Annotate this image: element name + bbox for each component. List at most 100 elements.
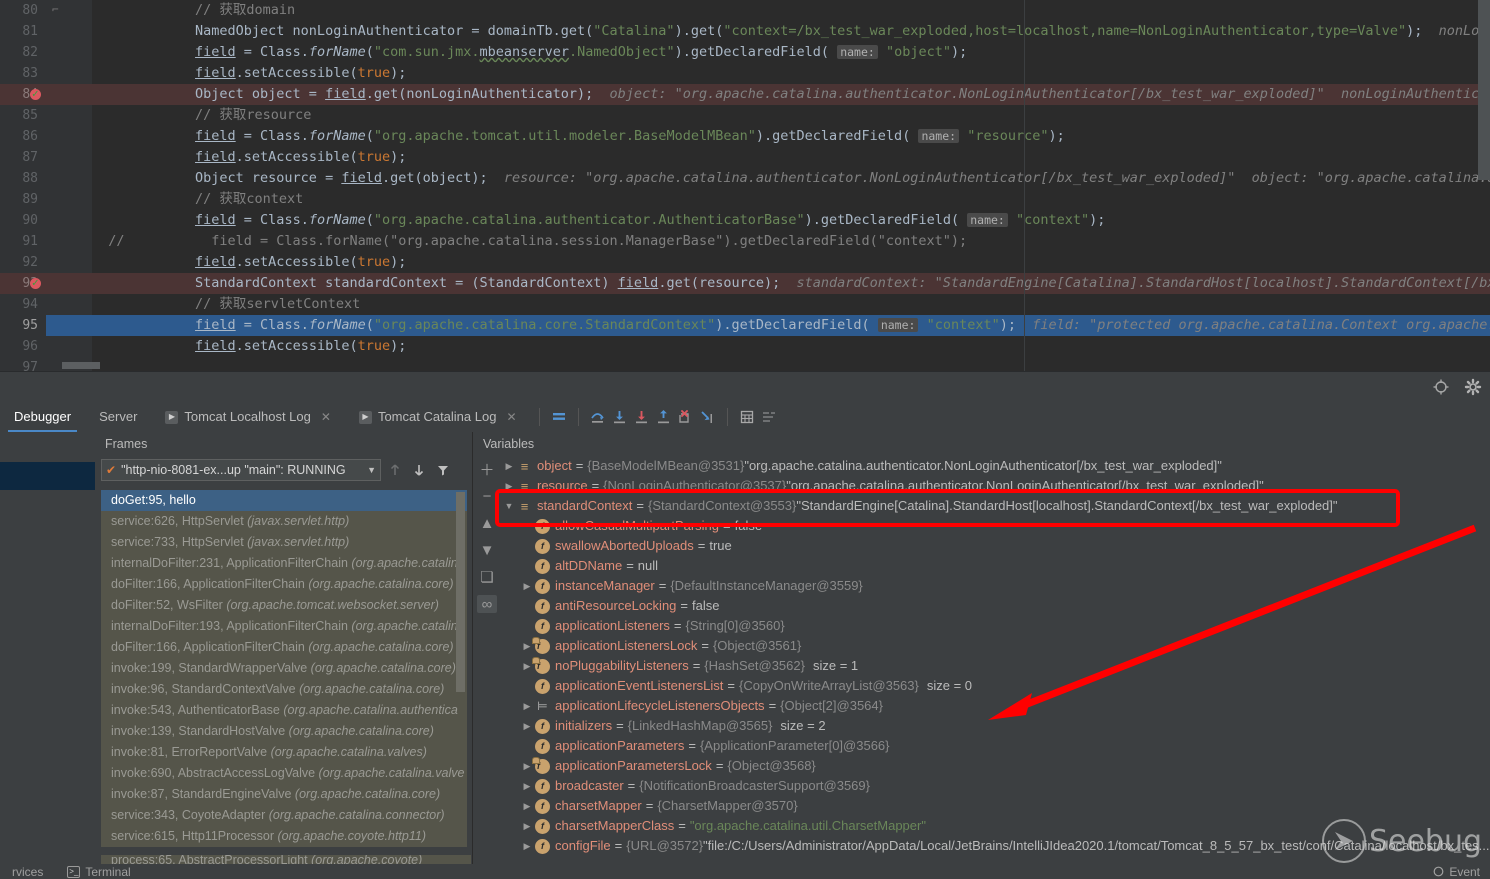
variable-row[interactable]: ▶fconfigFile={URL@3572} "file:/C:/Users/… [501,836,1490,856]
code-line[interactable]: 91 // field = Class.forName("org.apache.… [0,231,1490,252]
filter-icon[interactable] [433,460,453,480]
frame-item[interactable]: service:343, CoyoteAdapter (org.apache.c… [101,805,467,826]
variable-row[interactable]: ▶≡object={BaseModelMBean@3531} "org.apac… [501,456,1490,476]
code-line[interactable]: 89 // 获取context [0,189,1490,210]
fold-gutter[interactable] [62,273,92,294]
code-line[interactable]: 95 field = Class.forName("org.apache.cat… [0,315,1490,336]
chevron-right-icon[interactable]: ▶ [519,776,535,796]
breakpoint-icon[interactable] [30,278,41,289]
variable-row[interactable]: ▶fapplicationListeners={String[0]@3560} [501,616,1490,636]
frame-item[interactable]: internalDoFilter:193, ApplicationFilterC… [101,616,467,637]
fold-gutter[interactable] [62,84,92,105]
fold-gutter[interactable] [62,231,92,252]
frame-item[interactable]: invoke:87, StandardEngineValve (org.apac… [101,784,467,805]
frame-item[interactable]: doFilter:166, ApplicationFilterChain (or… [101,637,467,658]
step-out-icon[interactable] [653,406,675,428]
variable-row[interactable]: ▶faltDDName=null [501,556,1490,576]
variable-row[interactable]: ▶fcharsetMapper={CharsetMapper@3570} [501,796,1490,816]
code-line[interactable]: 94 // 获取servletContext [0,294,1490,315]
code-fold-icon[interactable]: ⌐ [52,3,62,17]
variable-row[interactable]: ▶fnoPluggabilityListeners={HashSet@3562}… [501,656,1490,676]
frame-item[interactable]: invoke:690, AbstractAccessLogValve (org.… [101,763,467,784]
code-line[interactable]: 87 field.setAccessible(true); [0,147,1490,168]
remove-watch-icon[interactable]: − [477,487,497,505]
code-line[interactable]: 88 Object resource = field.get(object); … [0,168,1490,189]
variable-row[interactable]: ▶fcharsetMapperClass="org.apache.catalin… [501,816,1490,836]
frames-list[interactable]: doGet:95, helloservice:626, HttpServlet … [101,490,467,860]
code-line[interactable]: 82 field = Class.forName("com.sun.jmx.mb… [0,42,1490,63]
frame-item[interactable]: invoke:139, StandardHostValve (org.apach… [101,721,467,742]
frame-item[interactable]: invoke:81, ErrorReportValve (org.apache.… [101,742,467,763]
run-to-cursor-icon[interactable] [697,406,719,428]
tab-server[interactable]: Server [85,402,151,432]
drop-frame-icon[interactable] [675,406,697,428]
down-icon[interactable]: ▼ [477,541,497,559]
variable-row[interactable]: ▶fbroadcaster={NotificationBroadcasterSu… [501,776,1490,796]
fold-gutter[interactable] [62,189,92,210]
variables-tree[interactable]: ▶≡object={BaseModelMBean@3531} "org.apac… [501,456,1490,864]
threads-and-variables-icon[interactable] [758,406,780,428]
add-watch-icon[interactable]: ＋ [477,460,497,478]
fold-gutter[interactable] [62,63,92,84]
thread-dropdown[interactable]: ✔ "http-nio-8081-ex...up "main": RUNNING… [101,459,381,481]
status-services-label[interactable]: rvices [0,865,55,879]
fold-gutter[interactable] [62,126,92,147]
chevron-down-icon[interactable]: ▼ [501,496,517,516]
frames-scrollbar[interactable] [456,492,465,692]
code-line[interactable]: 96 field.setAccessible(true); [0,336,1490,357]
variable-row[interactable]: ▶≡resource={NonLoginAuthenticator@3537} … [501,476,1490,496]
step-into-icon[interactable] [609,406,631,428]
breakpoint-icon[interactable] [30,89,41,100]
code-line[interactable]: 97 [0,357,1490,371]
fold-gutter[interactable] [62,315,92,336]
variable-row[interactable]: ▶fapplicationParameters={ApplicationPara… [501,736,1490,756]
variable-row[interactable]: ▶finstanceManager={DefaultInstanceManage… [501,576,1490,596]
chevron-right-icon[interactable]: ▶ [519,796,535,816]
frame-item[interactable]: invoke:199, StandardWrapperValve (org.ap… [101,658,467,679]
tab-tomcat-localhost-log[interactable]: ▶Tomcat Localhost Log✕ [151,402,345,432]
code-line[interactable]: 80⌐ // 获取domain [0,0,1490,21]
variable-row[interactable]: ▼≡standardContext={StandardContext@3553}… [501,496,1490,516]
inspect-icon[interactable]: ∞ [477,595,497,613]
chevron-right-icon[interactable]: ▶ [501,456,517,476]
frame-item[interactable]: service:733, HttpServlet (javax.servlet.… [101,532,467,553]
fold-gutter[interactable] [62,42,92,63]
variable-row[interactable]: ▶fapplicationEventListenersList={CopyOnW… [501,676,1490,696]
tab-debugger[interactable]: Debugger [0,402,85,432]
code-line[interactable]: 92 field.setAccessible(true); [0,252,1490,273]
status-terminal-button[interactable]: >_ Terminal [55,865,142,879]
fold-gutter[interactable] [62,210,92,231]
fold-gutter[interactable] [62,105,92,126]
locate-icon[interactable] [1432,378,1450,396]
fold-gutter[interactable] [62,336,92,357]
chevron-right-icon[interactable]: ▶ [519,716,535,736]
up-icon[interactable]: ▲ [477,514,497,532]
frame-item[interactable]: doGet:95, hello [101,490,467,511]
step-over-icon[interactable] [587,406,609,428]
chevron-right-icon[interactable]: ▶ [519,816,535,836]
force-step-into-icon[interactable] [631,406,653,428]
move-down-icon[interactable] [409,460,429,480]
variable-row[interactable]: ▶finitializers={LinkedHashMap@3565}size … [501,716,1490,736]
frame-item[interactable]: invoke:543, AuthenticatorBase (org.apach… [101,700,467,721]
variable-row[interactable]: ▶fantiResourceLocking=false [501,596,1490,616]
editor-vertical-scrollbar[interactable] [1478,0,1490,180]
fold-gutter[interactable] [62,168,92,189]
close-icon[interactable]: ✕ [321,402,331,432]
frame-item[interactable]: service:615, Http11Processor (org.apache… [101,826,467,847]
code-line[interactable]: 85 // 获取resource [0,105,1490,126]
fold-gutter[interactable] [62,21,92,42]
move-up-icon[interactable] [385,460,405,480]
close-icon[interactable]: ✕ [506,402,516,432]
fold-gutter[interactable] [62,147,92,168]
frame-item[interactable]: doFilter:166, ApplicationFilterChain (or… [101,574,467,595]
variable-row[interactable]: ▶⊨applicationLifecycleListenersObjects={… [501,696,1490,716]
chevron-right-icon[interactable]: ▶ [519,696,535,716]
copy-icon[interactable]: ❏ [477,568,497,586]
variable-row[interactable]: ▶fapplicationParametersLock={Object@3568… [501,756,1490,776]
chevron-right-icon[interactable]: ▶ [501,476,517,496]
fold-gutter[interactable] [62,252,92,273]
fold-gutter[interactable] [62,0,92,21]
evaluate-expression-icon[interactable] [736,406,758,428]
code-line[interactable]: 93 StandardContext standardContext = (St… [0,273,1490,294]
